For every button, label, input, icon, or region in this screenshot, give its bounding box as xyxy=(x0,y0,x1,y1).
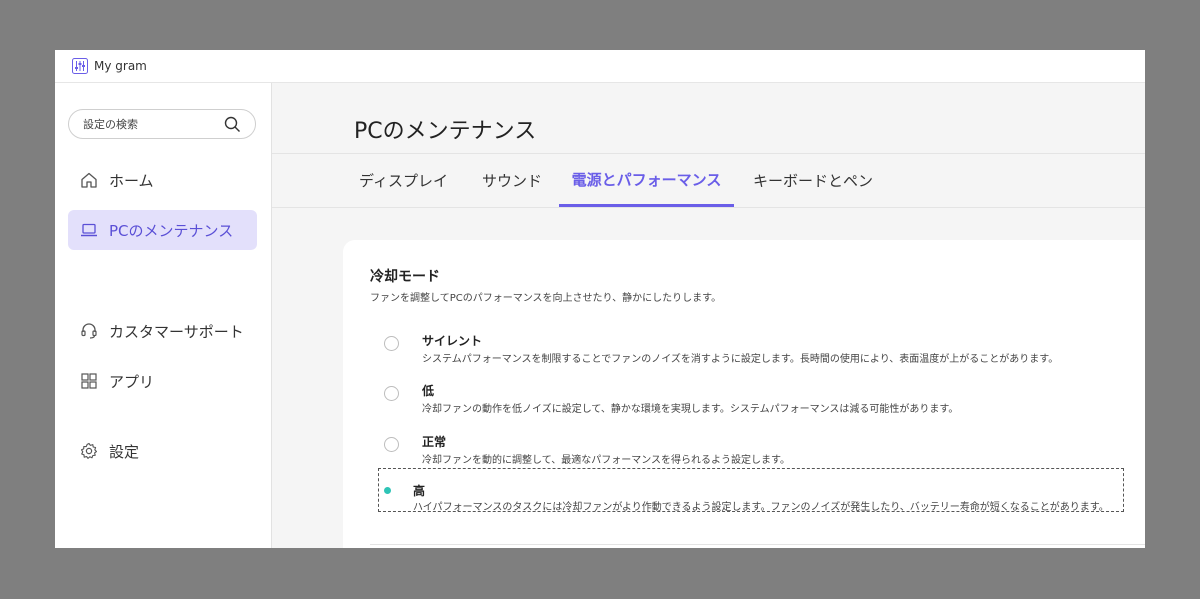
option-name: 低 xyxy=(422,384,435,398)
sidebar-item-label: PCのメンテナンス xyxy=(109,221,234,240)
headset-icon xyxy=(79,321,99,341)
cooling-option-normal[interactable]: 正常 冷却ファンを動的に調整して、最適なパフォーマンスを得られるよう設定します。 xyxy=(378,431,1124,473)
sidebar-item-settings[interactable]: 設定 xyxy=(68,431,257,471)
cooling-option-low[interactable]: 低 冷却ファンの動作を低ノイズに設定して、静かな環境を実現します。システムパフォ… xyxy=(378,380,1124,422)
option-name: 高 xyxy=(413,484,426,498)
radio-button[interactable] xyxy=(384,386,399,401)
sidebar-item-label: ホーム xyxy=(109,171,154,190)
sidebar-item-pc-maintenance[interactable]: PCのメンテナンス xyxy=(68,210,257,250)
app-window: My gram ホーム xyxy=(55,50,1145,548)
section-title: 冷却モード xyxy=(370,269,440,285)
tab-power-performance[interactable]: 電源とパフォーマンス xyxy=(559,154,734,207)
tab-label: サウンド xyxy=(482,172,543,190)
option-name: 正常 xyxy=(422,435,447,449)
radio-button-selected[interactable] xyxy=(380,483,395,498)
sidebar-item-label: アプリ xyxy=(109,372,155,391)
option-description: システムパフォーマンスを制限することでファンのノイズを消すように設定します。長時… xyxy=(422,354,1059,365)
page-title: PCのメンテナンス xyxy=(354,119,537,144)
home-icon xyxy=(79,170,99,190)
sidebar-item-apps[interactable]: アプリ xyxy=(68,361,257,401)
search-box[interactable] xyxy=(68,109,256,139)
section-description: ファンを調整してPCのパフォーマンスを向上させたり、静かにしたりします。 xyxy=(370,293,722,304)
tab-bar: ディスプレイ サウンド 電源とパフォーマンス キーボードとペン xyxy=(272,153,1145,208)
divider xyxy=(370,544,1145,545)
title-bar: My gram xyxy=(55,50,1145,83)
search-icon[interactable] xyxy=(224,116,241,133)
sidebar: ホーム PCのメンテナンス カスタマーサポート xyxy=(55,83,272,548)
option-description: ハイパフォーマンスのタスクには冷却ファンがより作動できるよう設定します。ファンの… xyxy=(413,502,1109,513)
tab-label: 電源とパフォーマンス xyxy=(571,170,722,189)
app-title: My gram xyxy=(94,59,147,73)
tab-label: ディスプレイ xyxy=(359,172,448,190)
cooling-option-high[interactable]: 高 ハイパフォーマンスのタスクには冷却ファンがより作動できるよう設定します。ファ… xyxy=(378,468,1124,513)
laptop-icon xyxy=(79,220,99,240)
cooling-mode-card: 冷却モード ファンを調整してPCのパフォーマンスを向上させたり、静かにしたりしま… xyxy=(343,240,1145,548)
main-content: PCのメンテナンス ディスプレイ サウンド 電源とパフォーマンス キーボードとペ… xyxy=(272,83,1145,548)
app-logo-icon xyxy=(72,58,88,74)
search-input[interactable] xyxy=(83,117,213,131)
option-description: 冷却ファンを動的に調整して、最適なパフォーマンスを得られるよう設定します。 xyxy=(422,455,790,466)
option-name: サイレント xyxy=(422,334,483,348)
cooling-option-silent[interactable]: サイレント システムパフォーマンスを制限することでファンのノイズを消すように設定… xyxy=(378,330,1124,372)
sidebar-item-customer-support[interactable]: カスタマーサポート xyxy=(68,311,257,351)
tab-label: キーボードとペン xyxy=(753,172,874,190)
radio-button[interactable] xyxy=(384,437,399,452)
tab-keyboard-pen[interactable]: キーボードとペン xyxy=(753,154,873,207)
sidebar-item-home[interactable]: ホーム xyxy=(68,160,257,200)
sidebar-item-label: カスタマーサポート xyxy=(109,322,244,341)
tab-display[interactable]: ディスプレイ xyxy=(359,154,448,207)
apps-grid-icon xyxy=(79,371,99,391)
tab-sound[interactable]: サウンド xyxy=(482,154,542,207)
sidebar-item-label: 設定 xyxy=(109,442,140,461)
gear-icon xyxy=(79,441,99,461)
radio-button[interactable] xyxy=(384,336,399,351)
option-description: 冷却ファンの動作を低ノイズに設定して、静かな環境を実現します。システムパフォーマ… xyxy=(422,404,959,415)
